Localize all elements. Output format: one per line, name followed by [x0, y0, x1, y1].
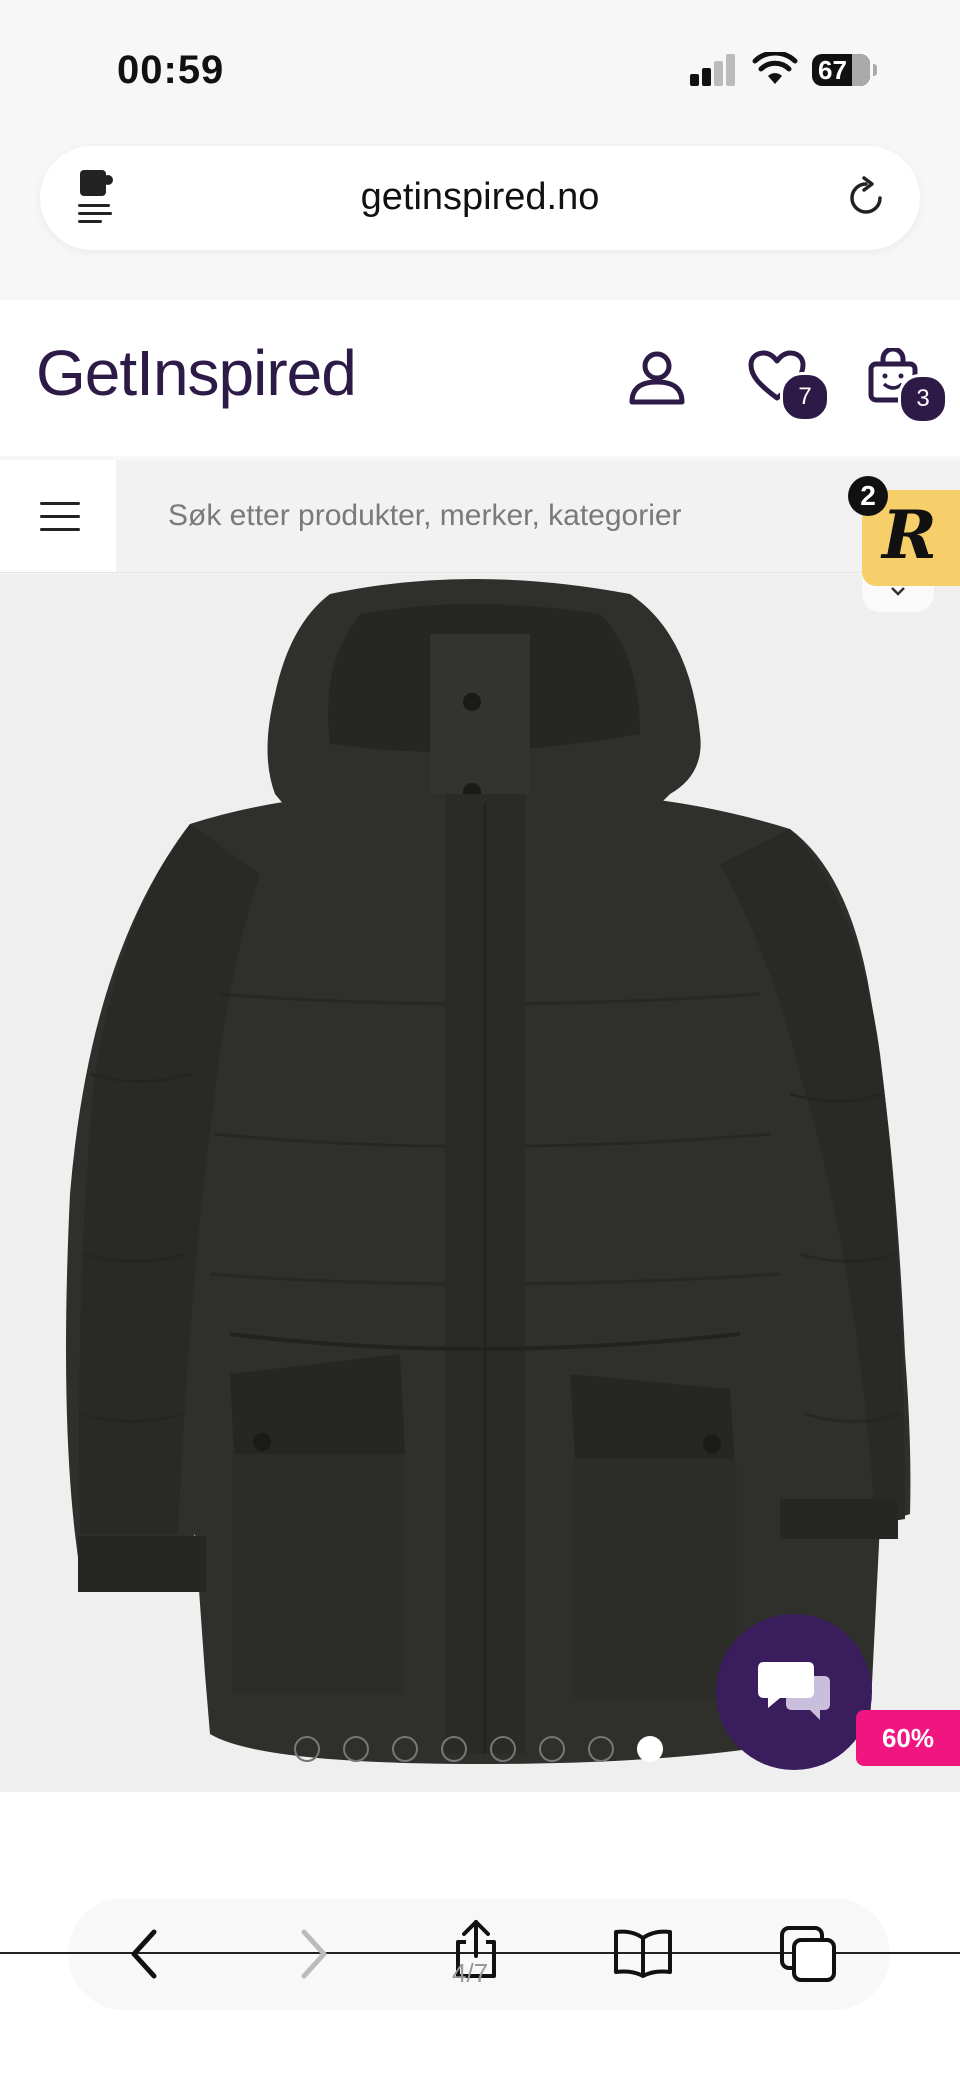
search-input[interactable] [118, 460, 848, 572]
wishlist-count-badge: 7 [780, 372, 830, 422]
rewards-logo: R [882, 496, 937, 574]
back-icon[interactable] [126, 1926, 162, 1982]
carousel-dot[interactable] [539, 1736, 565, 1762]
forward-icon[interactable] [296, 1926, 332, 1982]
search-row [0, 460, 960, 573]
bookmarks-icon[interactable] [612, 1928, 674, 1978]
wifi-icon [752, 52, 798, 84]
carousel-dot[interactable] [490, 1736, 516, 1762]
site-logo[interactable]: GetInspired [36, 336, 357, 410]
signal-icon [690, 54, 736, 86]
chat-bubbles-icon [758, 1662, 830, 1720]
chevron-down-icon [891, 587, 905, 596]
status-bar: 00:59 67 [0, 0, 960, 140]
account-icon[interactable] [628, 350, 686, 406]
tab-page-count: 4/7 [452, 1958, 489, 1988]
chat-button[interactable] [716, 1614, 872, 1770]
rewards-badge: 2 [848, 476, 888, 516]
hamburger-menu-icon[interactable] [0, 460, 116, 572]
carousel-dot[interactable] [441, 1736, 467, 1762]
carousel-dot[interactable] [294, 1736, 320, 1762]
tabs-icon[interactable] [778, 1924, 838, 1984]
battery-level: 67 [818, 55, 847, 85]
reload-icon[interactable] [844, 176, 888, 220]
url-text[interactable]: getinspired.no [40, 176, 920, 219]
carousel-dot[interactable] [588, 1736, 614, 1762]
jacket-image [66, 579, 911, 1764]
carousel-dot[interactable] [343, 1736, 369, 1762]
cart-count-badge: 3 [898, 374, 948, 424]
address-bar[interactable]: getinspired.no [40, 146, 920, 250]
battery-icon: 67 [812, 54, 877, 86]
carousel-dot[interactable] [392, 1736, 418, 1762]
discount-badge: 60% [856, 1710, 960, 1766]
product-image[interactable] [0, 574, 960, 1792]
status-time: 00:59 [117, 48, 225, 92]
carousel-dot-active[interactable] [637, 1736, 663, 1762]
site-header: GetInspired 7 3 [0, 300, 960, 456]
